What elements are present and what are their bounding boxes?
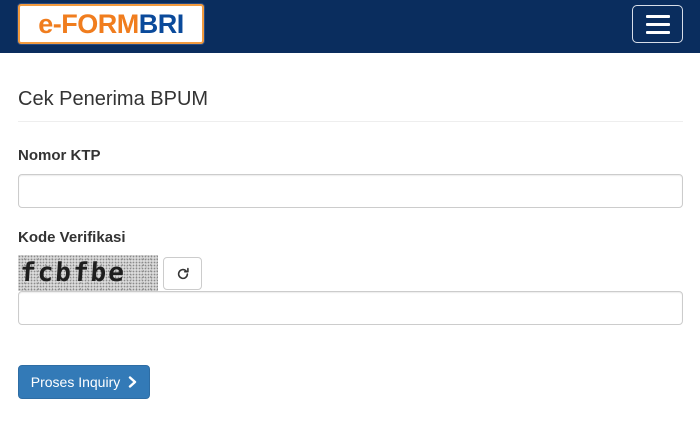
title-divider [18, 121, 683, 122]
hamburger-menu-icon-bar [645, 22, 670, 26]
proses-inquiry-button[interactable]: Proses Inquiry [18, 365, 150, 399]
captcha-text: fcbfbe [18, 258, 127, 288]
chevron-right-icon [129, 376, 137, 388]
top-navbar: e-FORM BRI [0, 0, 700, 53]
hamburger-menu-icon [645, 14, 670, 18]
logo-text-eform: e-FORM [38, 8, 139, 39]
eform-bri-logo[interactable]: e-FORM BRI [18, 4, 204, 44]
verification-code-input[interactable] [18, 291, 683, 325]
captcha-image: fcbfbe [18, 255, 158, 291]
ktp-label: Nomor KTP [18, 147, 101, 164]
refresh-icon [177, 267, 189, 279]
submit-label: Proses Inquiry [30, 374, 121, 390]
verification-code-label: Kode Verifikasi [18, 229, 126, 246]
ktp-input[interactable] [18, 174, 683, 208]
logo-text-bri: BRI [138, 8, 185, 39]
menu-toggle-button[interactable] [632, 5, 683, 43]
refresh-captcha-button[interactable] [163, 257, 202, 290]
hamburger-menu-icon-bar [645, 30, 670, 34]
page-title: Cek Penerima BPUM [18, 88, 209, 110]
